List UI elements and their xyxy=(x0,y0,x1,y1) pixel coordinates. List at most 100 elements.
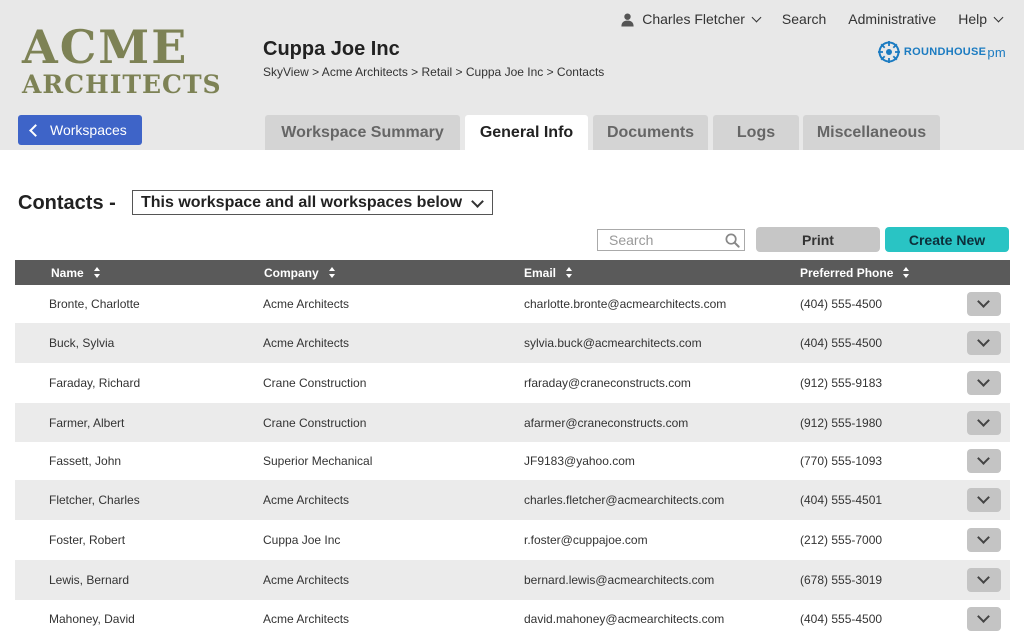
chevron-down-icon xyxy=(977,452,990,465)
cell-company: Crane Construction xyxy=(263,415,367,430)
cell-company: Acme Architects xyxy=(263,297,350,311)
create-new-button[interactable]: Create New xyxy=(885,227,1009,252)
brand-suffix: pm xyxy=(987,44,1006,60)
chevron-down-icon xyxy=(977,531,990,544)
cell-name: Farmer, Albert xyxy=(49,415,125,430)
chevron-down-icon xyxy=(977,334,990,347)
print-button[interactable]: Print xyxy=(756,227,880,252)
cell-email[interactable]: bernard.lewis@acmearchitects.com xyxy=(524,560,714,600)
cell-company: Superior Mechanical xyxy=(263,454,373,468)
row-expand-button[interactable] xyxy=(967,331,1001,355)
tab-logs[interactable]: Logs xyxy=(713,115,799,150)
chevron-down-icon xyxy=(977,610,990,623)
chevron-left-icon xyxy=(29,123,42,137)
workspaces-button[interactable]: Workspaces xyxy=(18,115,142,145)
table-row[interactable]: Fassett, John Superior Mechanical JF9183@y… xyxy=(15,442,1010,480)
user-name: Charles Fletcher xyxy=(642,11,745,27)
column-header-preferred-phone[interactable]: Preferred Phone xyxy=(800,260,910,285)
cell-phone: (404) 555-4500 xyxy=(800,612,883,626)
cell-phone: (404) 555-4501 xyxy=(800,493,883,507)
acme-architects-logo[interactable]: ACME ARCHITECTS xyxy=(22,20,222,99)
cell-email[interactable]: rfaraday@craneconstructs.com xyxy=(524,363,691,403)
brand-name: ROUNDHOUSE xyxy=(903,46,987,58)
help-label: Help xyxy=(958,11,987,27)
row-expand-button[interactable] xyxy=(967,488,1001,512)
chevron-down-icon xyxy=(977,374,990,387)
row-expand-button[interactable] xyxy=(967,371,1001,395)
roundhouse-pm-logo: ROUNDHOUSE pm xyxy=(877,40,1006,64)
table-row[interactable]: Buck, Sylvia Acme Architects sylvia.buck@a… xyxy=(15,323,1010,363)
column-header-name[interactable]: Name xyxy=(51,260,101,285)
row-expand-button[interactable] xyxy=(967,449,1001,473)
cell-name: Faraday, Richard xyxy=(49,376,141,390)
workspaces-button-label: Workspaces xyxy=(50,122,127,138)
row-expand-button[interactable] xyxy=(967,568,1001,592)
logo-line-1: ACME xyxy=(22,20,189,74)
cell-phone: (678) 555-3019 xyxy=(800,573,883,587)
tab-general-info[interactable]: General Info xyxy=(465,115,588,150)
column-header-email[interactable]: Email xyxy=(524,260,573,285)
cell-phone: (912) 555-1980 xyxy=(800,415,883,430)
table-row[interactable]: Faraday, Richard Crane Construction rfarad… xyxy=(15,363,1010,403)
tab-workspace-summary[interactable]: Workspace Summary xyxy=(265,115,460,150)
cell-name: Mahoney, David xyxy=(49,612,135,626)
cell-email[interactable]: r.foster@cuppajoe.com xyxy=(524,520,648,560)
cell-phone: (212) 555-7000 xyxy=(800,533,883,547)
table-row[interactable]: Bronte, Charlotte Acme Architects charlott… xyxy=(15,285,1010,323)
row-expand-button[interactable] xyxy=(967,292,1001,316)
cell-company: Acme Architects xyxy=(263,573,350,587)
cell-email[interactable]: charles.fletcher@acmearchitects.com xyxy=(524,480,724,520)
contacts-table: Name Company Email Preferred Phone Bront… xyxy=(15,260,1010,638)
user-icon xyxy=(621,13,634,27)
chevron-down-icon xyxy=(993,12,1004,22)
cell-email[interactable]: JF9183@yahoo.com xyxy=(524,442,635,480)
cell-email[interactable]: david.mahoney@acmearchitects.com xyxy=(524,600,724,638)
contacts-heading: Contacts - xyxy=(18,192,116,214)
cell-name: Lewis, Bernard xyxy=(49,573,130,587)
user-menu[interactable]: Charles Fletcher xyxy=(620,11,762,27)
chevron-down-icon xyxy=(977,295,990,308)
row-expand-button[interactable] xyxy=(967,411,1001,435)
cell-email[interactable]: afarmer@craneconstructs.com xyxy=(524,403,688,442)
search-input[interactable]: Search xyxy=(597,229,745,251)
table-body: Bronte, Charlotte Acme Architects charlott… xyxy=(15,285,1010,638)
cell-email[interactable]: sylvia.buck@acmearchitects.com xyxy=(524,323,702,363)
table-row[interactable]: Lewis, Bernard Acme Architects bernard.lew… xyxy=(15,560,1010,600)
cell-name: Fassett, John xyxy=(49,454,122,468)
table-row[interactable]: Foster, Robert Cuppa Joe Inc r.foster@cupp… xyxy=(15,520,1010,560)
chevron-down-icon xyxy=(977,491,990,504)
tab-documents[interactable]: Documents xyxy=(593,115,708,150)
search-icon[interactable] xyxy=(724,232,741,249)
gear-logo-icon xyxy=(877,41,900,63)
cell-phone: (770) 555-1093 xyxy=(800,454,883,468)
column-label: Company xyxy=(264,265,319,280)
row-expand-button[interactable] xyxy=(967,528,1001,552)
column-label: Name xyxy=(51,265,84,280)
workspace-scope-select[interactable]: This workspace and all workspaces below xyxy=(132,190,493,215)
logo-line-2: ARCHITECTS xyxy=(22,70,222,99)
cell-phone: (912) 555-9183 xyxy=(800,376,883,390)
help-menu[interactable]: Help xyxy=(958,11,1004,27)
column-label: Preferred Phone xyxy=(800,265,894,280)
cell-company: Cuppa Joe Inc xyxy=(263,533,341,547)
search-placeholder: Search xyxy=(609,232,654,248)
table-row[interactable]: Fletcher, Charles Acme Architects charles.… xyxy=(15,480,1010,520)
cell-company: Acme Architects xyxy=(263,493,350,507)
administrative-link[interactable]: Administrative xyxy=(848,11,936,27)
column-header-company[interactable]: Company xyxy=(264,260,336,285)
chevron-down-icon xyxy=(471,195,484,208)
sort-icon xyxy=(328,267,336,278)
scope-selected-value: This workspace and all workspaces below xyxy=(141,193,463,211)
cell-name: Foster, Robert xyxy=(49,533,126,547)
breadcrumb: SkyView > Acme Architects > Retail > Cup… xyxy=(263,65,605,79)
sort-icon xyxy=(566,267,573,278)
chevron-down-icon xyxy=(977,414,990,427)
tab-miscellaneous[interactable]: Miscellaneous xyxy=(803,115,940,150)
table-row[interactable]: Farmer, Albert Crane Construction afarmer@… xyxy=(15,403,1010,442)
cell-email[interactable]: charlotte.bronte@acmearchitects.com xyxy=(524,285,726,323)
search-link[interactable]: Search xyxy=(782,11,826,27)
sort-icon xyxy=(93,267,101,278)
row-expand-button[interactable] xyxy=(967,607,1001,631)
cell-company: Acme Architects xyxy=(263,336,350,350)
table-row[interactable]: Mahoney, David Acme Architects david.mahon… xyxy=(15,600,1010,638)
